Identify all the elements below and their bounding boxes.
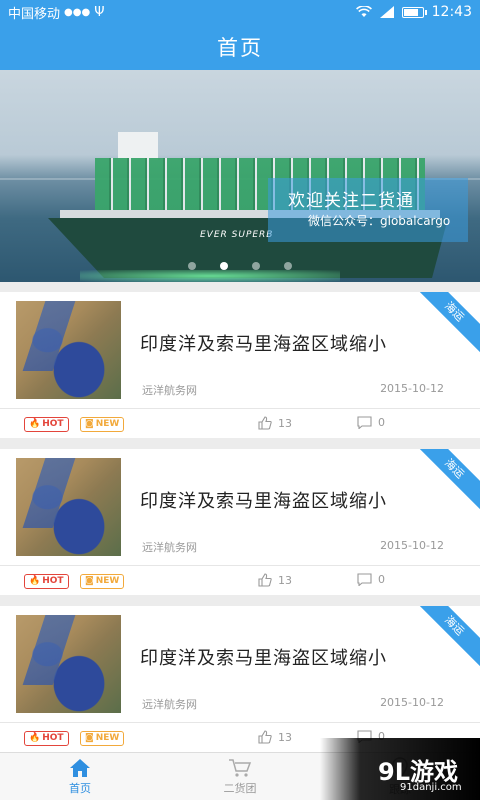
wifi-icon <box>355 6 372 17</box>
article-footer: 🔥 HOT ◙ NEW 13 0 <box>0 409 480 438</box>
article-thumbnail <box>16 301 121 399</box>
carousel-dot[interactable] <box>252 262 260 270</box>
article-date: 2015-10-12 <box>380 696 444 709</box>
tab-home[interactable]: 首页 <box>0 753 160 800</box>
comment-count: 0 <box>378 573 385 586</box>
article-card[interactable]: 印度洋及索马里海盗区域缩小 远洋航务网 2015-10-12 海运 🔥 HOT ◙… <box>0 292 480 438</box>
cart-icon <box>229 758 252 777</box>
carousel-dot[interactable] <box>284 262 292 270</box>
watermark-logo: 9L游戏 91danji.com <box>320 738 480 800</box>
comment-icon <box>357 416 372 429</box>
article-title: 印度洋及索马里海盗区域缩小 <box>140 491 387 512</box>
article-title: 印度洋及索马里海盗区域缩小 <box>140 334 387 355</box>
ship-bridge <box>118 132 158 160</box>
thumbs-up-icon <box>258 573 272 587</box>
battery-icon <box>401 6 427 18</box>
article-source: 远洋航务网 <box>142 384 197 397</box>
tab-group-buy-label: 二货团 <box>223 781 257 795</box>
signal-icon: ●●● <box>64 6 91 18</box>
carousel-dot[interactable] <box>188 262 196 270</box>
category-label: 海运 <box>412 449 480 511</box>
article-source: 远洋航务网 <box>142 698 197 711</box>
flame-icon: 🔥 <box>29 576 41 586</box>
category-label: 海运 <box>412 606 480 668</box>
home-icon <box>70 758 90 777</box>
banner-caption-title: 欢迎关注二货通 <box>288 191 414 211</box>
article-date: 2015-10-12 <box>380 539 444 552</box>
bag-icon: ◙ <box>85 733 94 743</box>
hot-tag-label: HOT <box>42 419 64 429</box>
title-bar: 首页 <box>0 24 480 70</box>
page-title: 首页 <box>217 36 263 60</box>
like-count: 13 <box>278 730 292 744</box>
like-count: 13 <box>278 416 292 430</box>
carrier-name: 中国移动 <box>8 6 61 22</box>
tab-group-buy[interactable]: 二货团 <box>160 753 320 800</box>
flame-icon: 🔥 <box>29 733 41 743</box>
article-card[interactable]: 印度洋及索马里海盗区域缩小 远洋航务网 2015-10-12 海运 🔥 HOT ◙… <box>0 606 480 752</box>
comment-button[interactable]: 0 <box>357 573 385 586</box>
ship-wake <box>80 270 340 282</box>
watermark-sub-text: 91danji.com <box>400 782 462 793</box>
new-tag-label: NEW <box>95 733 120 743</box>
article-thumbnail <box>16 458 121 556</box>
category-label: 海运 <box>412 292 480 354</box>
flame-icon: 🔥 <box>29 419 41 429</box>
status-right: 12:43 <box>355 4 472 20</box>
carousel-indicator <box>0 262 480 270</box>
category-corner-ribbon: 海运 <box>412 292 480 354</box>
article-footer: 🔥 HOT ◙ NEW 13 0 <box>0 566 480 595</box>
comment-icon <box>357 573 372 586</box>
article-title: 印度洋及索马里海盗区域缩小 <box>140 648 387 669</box>
bag-icon: ◙ <box>85 419 94 429</box>
like-button[interactable]: 13 <box>258 416 292 430</box>
new-tag: ◙ NEW <box>80 731 125 746</box>
hot-tag-label: HOT <box>42 733 64 743</box>
usb-icon: Ψ <box>94 4 105 20</box>
category-corner-ribbon: 海运 <box>412 449 480 511</box>
article-thumbnail <box>16 615 121 713</box>
hot-tag: 🔥 HOT <box>24 731 69 746</box>
banner-caption-subtitle: 微信公众号：globalcargo <box>308 214 451 228</box>
carrier-group: 中国移动 ●●● Ψ <box>8 3 104 22</box>
new-tag: ◙ NEW <box>80 574 125 589</box>
new-tag-label: NEW <box>95 419 120 429</box>
new-tag: ◙ NEW <box>80 417 125 432</box>
thumbs-up-icon <box>258 730 272 744</box>
article-date: 2015-10-12 <box>380 382 444 395</box>
comment-button[interactable]: 0 <box>357 416 385 429</box>
comment-count: 0 <box>378 416 385 429</box>
like-button[interactable]: 13 <box>258 573 292 587</box>
ship-name-text: EVER SUPERB <box>200 230 274 240</box>
like-count: 13 <box>278 573 292 587</box>
article-source: 远洋航务网 <box>142 541 197 554</box>
carousel-dot-active[interactable] <box>220 262 228 270</box>
article-card[interactable]: 印度洋及索马里海盗区域缩小 远洋航务网 2015-10-12 海运 🔥 HOT ◙… <box>0 449 480 595</box>
banner-carousel[interactable]: EVER SUPERB <box>0 70 480 282</box>
cellular-signal-icon <box>379 6 394 18</box>
hot-tag: 🔥 HOT <box>24 417 69 432</box>
category-corner-ribbon: 海运 <box>412 606 480 668</box>
tab-home-label: 首页 <box>69 781 91 795</box>
hot-tag: 🔥 HOT <box>24 574 69 589</box>
thumbs-up-icon <box>258 416 272 430</box>
clock: 12:43 <box>431 4 472 20</box>
bag-icon: ◙ <box>85 576 94 586</box>
like-button[interactable]: 13 <box>258 730 292 744</box>
status-bar: 中国移动 ●●● Ψ 12:43 <box>0 0 480 24</box>
hot-tag-label: HOT <box>42 576 64 586</box>
new-tag-label: NEW <box>95 576 120 586</box>
